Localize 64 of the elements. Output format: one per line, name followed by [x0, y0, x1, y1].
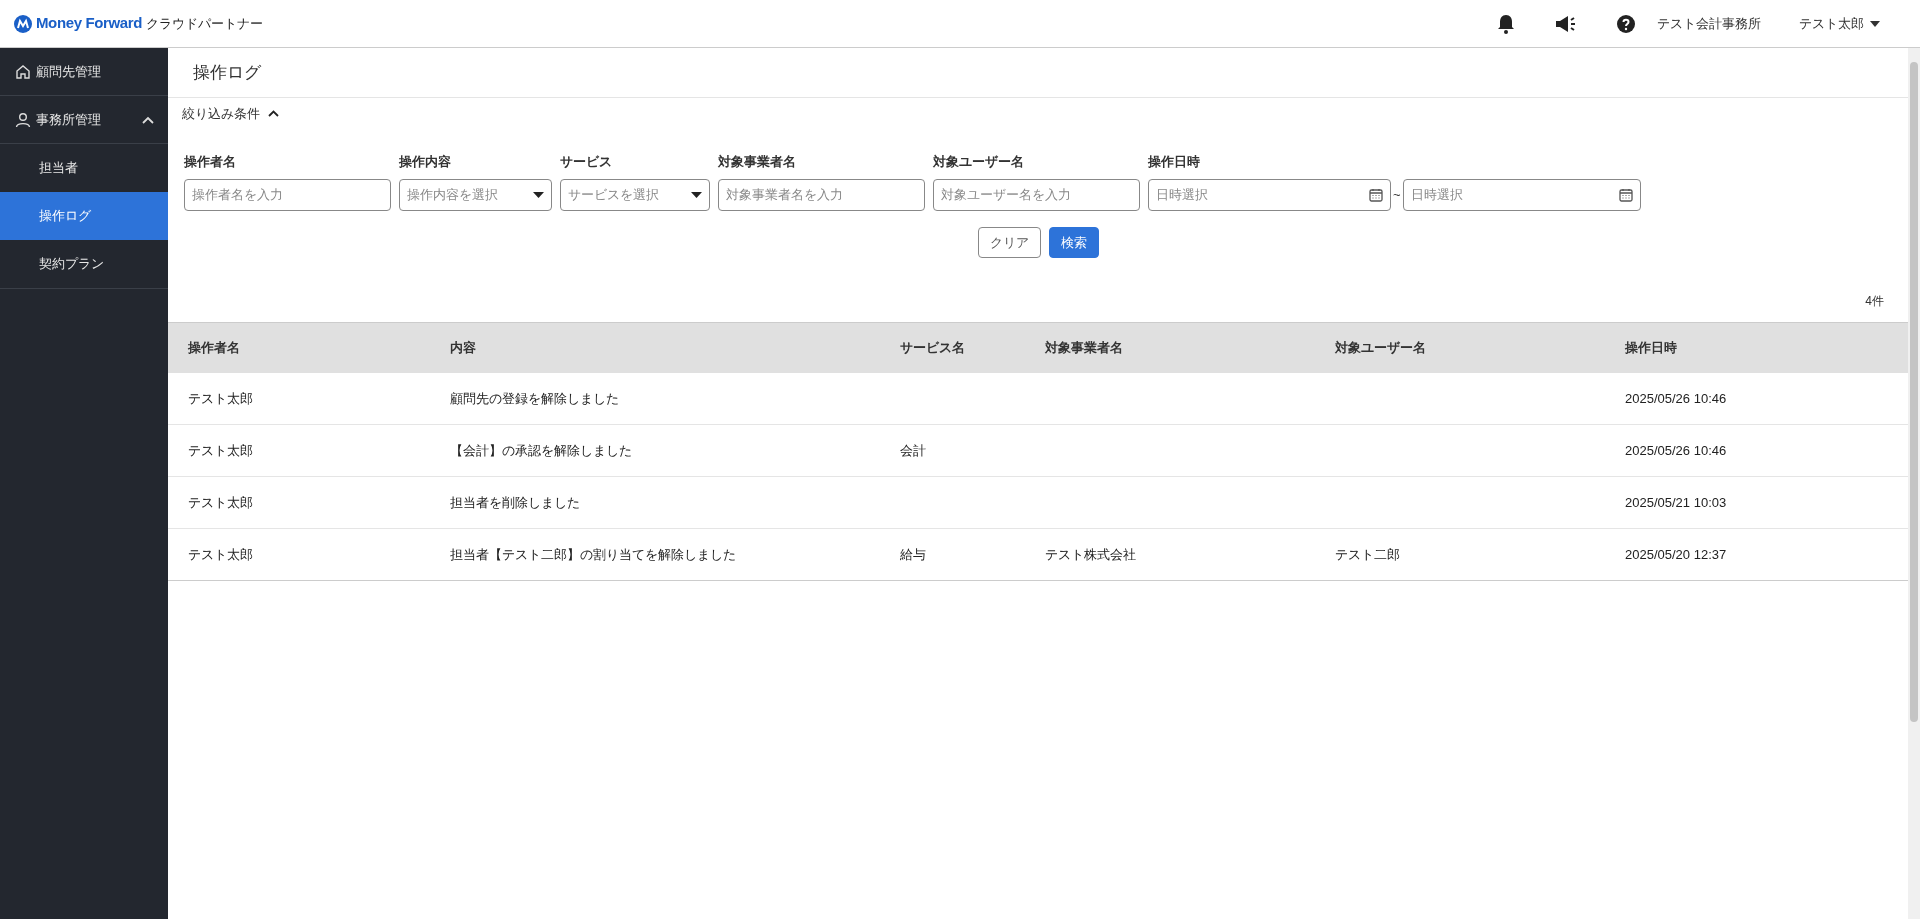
chevron-up-icon: [142, 115, 154, 124]
column-header: 操作者名: [168, 322, 430, 373]
select-field[interactable]: サービスを選択: [560, 179, 710, 211]
input-field[interactable]: 対象ユーザー名を入力: [933, 179, 1140, 211]
bell-icon[interactable]: [1497, 13, 1515, 34]
person-icon: [15, 111, 31, 128]
table-cell: テスト太郎: [188, 442, 253, 458]
caret-icon: [533, 192, 544, 198]
calendar-icon: [1369, 188, 1383, 202]
select-field[interactable]: 操作内容を選択: [399, 179, 552, 211]
help-icon[interactable]: [1617, 14, 1635, 33]
sidebar-subitem[interactable]: 操作ログ: [0, 192, 168, 240]
column-header: 対象事業者名: [1025, 322, 1315, 373]
table-cell: 顧問先の登録を解除しました: [450, 390, 619, 406]
sidebar-subitem[interactable]: 担当者: [0, 144, 168, 192]
date-field[interactable]: 日時選択: [1402, 179, 1641, 211]
table-cell: 担当者を削除しました: [450, 494, 580, 510]
table-cell: テスト太郎: [188, 390, 253, 406]
caret-icon: [691, 192, 702, 198]
column-header: サービス名: [880, 322, 1025, 373]
scrollbar[interactable]: [1908, 48, 1920, 919]
table-cell: 【会計】の承認を解除しました: [450, 442, 632, 458]
home-icon: [15, 63, 31, 80]
table-cell: テスト二郎: [1335, 546, 1400, 562]
field-label: 対象ユーザー名: [933, 152, 1025, 171]
table-cell: テスト株式会社: [1045, 546, 1136, 562]
page-title: 操作ログ: [193, 61, 261, 84]
table-cell: 2025/05/21 10:03: [1625, 494, 1727, 510]
column-header: 対象ユーザー名: [1315, 322, 1605, 373]
user-menu[interactable]: テスト太郎: [1799, 13, 1880, 34]
caret-icon: [1870, 20, 1880, 27]
field-label: 対象事業者名: [718, 152, 797, 171]
date-field[interactable]: 日時選択: [1148, 179, 1391, 211]
search-button[interactable]: 検索: [1048, 227, 1099, 258]
table-cell: 給与: [900, 546, 926, 562]
range-separator: ~: [1393, 186, 1401, 205]
input-field[interactable]: 対象事業者名を入力: [718, 179, 925, 211]
table-cell: 2025/05/20 12:37: [1625, 546, 1727, 562]
field-label: 操作内容: [399, 152, 452, 171]
table-cell: 担当者【テスト二郎】の割り当てを解除しました: [450, 546, 736, 562]
column-header: 内容: [430, 322, 880, 373]
table-cell: 会計: [900, 442, 926, 458]
product-name: クラウドパートナー: [146, 14, 263, 33]
result-count: 4件: [1865, 293, 1884, 310]
office-name[interactable]: テスト会計事務所: [1657, 13, 1761, 34]
sidebar-item[interactable]: 顧問先管理: [0, 48, 168, 96]
calendar-icon: [1618, 188, 1633, 202]
megaphone-icon[interactable]: [1555, 14, 1577, 33]
table-cell: 2025/05/26 10:46: [1625, 442, 1727, 458]
filter-toggle[interactable]: 絞り込み条件: [182, 104, 279, 124]
field-label: サービス: [560, 152, 613, 171]
logo-icon: [14, 14, 32, 33]
column-header: 操作日時: [1605, 322, 1908, 373]
field-label: 操作者名: [184, 152, 237, 171]
sidebar-item[interactable]: 事務所管理: [0, 96, 168, 144]
table-cell: テスト太郎: [188, 494, 253, 510]
table-cell: テスト太郎: [188, 546, 253, 562]
sidebar-subitem[interactable]: 契約プラン: [0, 240, 168, 288]
logo-text: Money Forward: [36, 13, 142, 34]
input-field[interactable]: 操作者名を入力: [184, 179, 391, 211]
field-label: 操作日時: [1148, 152, 1201, 171]
table-cell: 2025/05/26 10:46: [1625, 390, 1727, 406]
chevron-up-icon: [268, 110, 279, 118]
clear-button[interactable]: クリア: [977, 227, 1041, 258]
